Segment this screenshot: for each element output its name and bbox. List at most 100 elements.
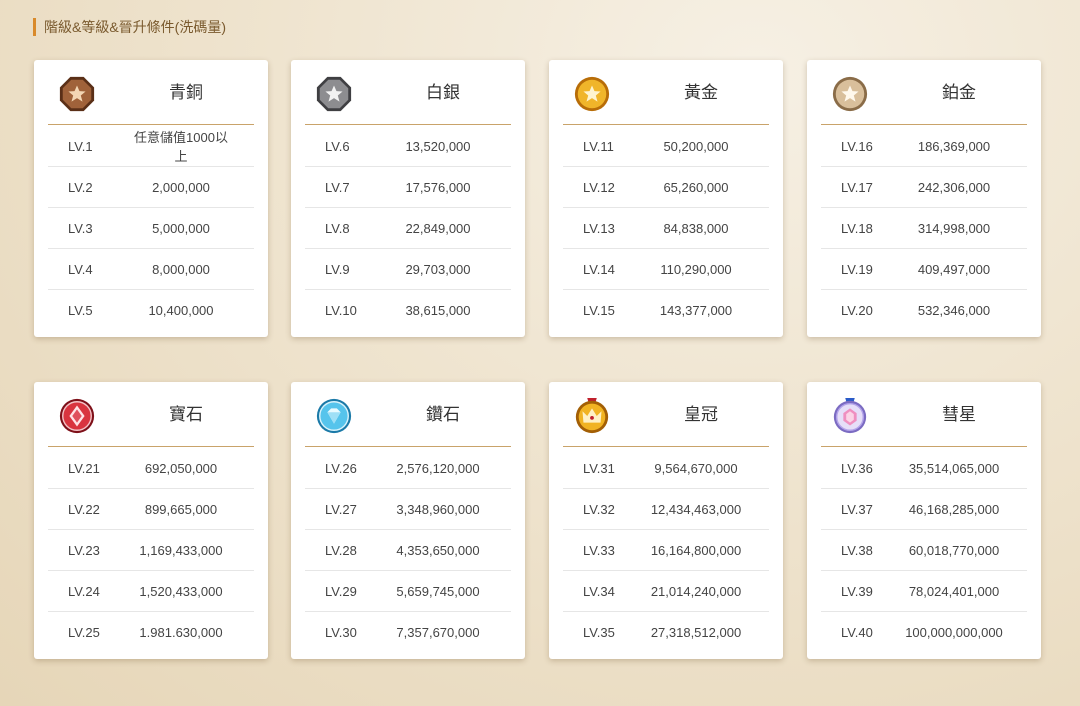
level-row: LV.36 35,514,065,000 bbox=[821, 448, 1027, 489]
requirement-value: 27,318,512,000 bbox=[650, 624, 742, 640]
level-row: LV.7 17,576,000 bbox=[305, 167, 511, 208]
requirement-value: 46,168,285,000 bbox=[908, 501, 1000, 517]
level-row: LV.3 5,000,000 bbox=[48, 208, 254, 249]
level-label: LV.32 bbox=[583, 501, 615, 517]
level-row: LV.21 692,050,000 bbox=[48, 448, 254, 489]
requirement-value: 9,564,670,000 bbox=[654, 460, 738, 476]
requirement-value: 78,024,401,000 bbox=[908, 583, 1000, 599]
tier-name: 寶石 bbox=[169, 405, 203, 424]
requirement-value: 12,434,463,000 bbox=[650, 501, 742, 517]
level-row: LV.12 65,260,000 bbox=[563, 167, 769, 208]
level-label: LV.28 bbox=[325, 542, 357, 558]
requirement-value: 1,169,433,000 bbox=[139, 542, 223, 558]
level-row: LV.38 60,018,770,000 bbox=[821, 530, 1027, 571]
requirement-value: 2,576,120,000 bbox=[396, 460, 480, 476]
level-label: LV.21 bbox=[68, 460, 100, 476]
tier-header: 皇冠 bbox=[563, 382, 769, 447]
level-row: LV.23 1,169,433,000 bbox=[48, 530, 254, 571]
level-label: LV.30 bbox=[325, 624, 357, 640]
level-row: LV.5 10,400,000 bbox=[48, 290, 254, 330]
level-label: LV.38 bbox=[841, 542, 873, 558]
level-row: LV.27 3,348,960,000 bbox=[305, 489, 511, 530]
level-label: LV.27 bbox=[325, 501, 357, 517]
bronze-medal-icon bbox=[59, 76, 95, 112]
tier-header: 鑽石 bbox=[305, 382, 511, 447]
level-label: LV.37 bbox=[841, 501, 873, 517]
level-row: LV.31 9,564,670,000 bbox=[563, 448, 769, 489]
requirement-value: 60,018,770,000 bbox=[908, 542, 1000, 558]
level-label: LV.31 bbox=[583, 460, 615, 476]
gem-medal-icon bbox=[59, 398, 95, 434]
requirement-value: 35,514,065,000 bbox=[908, 460, 1000, 476]
level-row: LV.32 12,434,463,000 bbox=[563, 489, 769, 530]
level-label: LV.5 bbox=[68, 302, 93, 318]
requirement-value: 899,665,000 bbox=[144, 501, 218, 517]
level-label: LV.1 bbox=[68, 138, 93, 154]
level-label: LV.25 bbox=[68, 624, 100, 640]
level-row: LV.4 8,000,000 bbox=[48, 249, 254, 290]
tier-card-diamond: 鑽石 LV.26 2,576,120,000 LV.27 3,348,960,000… bbox=[291, 382, 525, 659]
requirement-value: 692,050,000 bbox=[144, 460, 218, 476]
requirement-value: 65,260,000 bbox=[663, 179, 729, 195]
level-label: LV.34 bbox=[583, 583, 615, 599]
requirement-value: 22,849,000 bbox=[405, 220, 471, 236]
requirement-value: 5,659,745,000 bbox=[396, 583, 480, 599]
silver-medal-icon bbox=[316, 76, 352, 112]
tier-header: 黃金 bbox=[563, 60, 769, 125]
tier-card-silver: 白銀 LV.6 13,520,000 LV.7 17,576,000 LV.8 22,… bbox=[291, 60, 525, 337]
level-label: LV.3 bbox=[68, 220, 93, 236]
tier-header: 白銀 bbox=[305, 60, 511, 125]
level-row: LV.37 46,168,285,000 bbox=[821, 489, 1027, 530]
requirement-value: 10,400,000 bbox=[148, 302, 214, 318]
requirement-value: 29,703,000 bbox=[405, 261, 471, 277]
tier-name: 皇冠 bbox=[684, 405, 718, 424]
requirement-value: 任意儲值1000以上 bbox=[134, 130, 228, 164]
level-list: LV.1 任意儲值1000以上 LV.2 2,000,000 LV.3 5,000,0… bbox=[48, 126, 254, 330]
requirement-value: 16,164,800,000 bbox=[650, 542, 742, 558]
requirement-value: 4,353,650,000 bbox=[396, 542, 480, 558]
requirement-value: 186,369,000 bbox=[917, 138, 991, 154]
tier-name: 白銀 bbox=[426, 83, 460, 102]
crown-medal-icon bbox=[575, 397, 609, 434]
level-label: LV.16 bbox=[841, 138, 873, 154]
level-label: LV.7 bbox=[325, 179, 350, 195]
tier-card-comet: 彗星 LV.36 35,514,065,000 LV.37 46,168,285,0… bbox=[807, 382, 1041, 659]
requirement-value: 242,306,000 bbox=[917, 179, 991, 195]
page-title: 階級&等級&晉升條件(洗碼量) bbox=[33, 18, 226, 36]
level-list: LV.11 50,200,000 LV.12 65,260,000 LV.13 84,… bbox=[563, 126, 769, 330]
level-row: LV.10 38,615,000 bbox=[305, 290, 511, 330]
tier-name: 彗星 bbox=[942, 405, 976, 424]
level-row: LV.39 78,024,401,000 bbox=[821, 571, 1027, 612]
level-row: LV.30 7,357,670,000 bbox=[305, 612, 511, 652]
level-label: LV.19 bbox=[841, 261, 873, 277]
level-list: LV.21 692,050,000 LV.22 899,665,000 LV.23 1… bbox=[48, 448, 254, 652]
level-row: LV.17 242,306,000 bbox=[821, 167, 1027, 208]
level-row: LV.29 5,659,745,000 bbox=[305, 571, 511, 612]
level-label: LV.14 bbox=[583, 261, 615, 277]
level-row: LV.22 899,665,000 bbox=[48, 489, 254, 530]
level-label: LV.18 bbox=[841, 220, 873, 236]
level-row: LV.40 100,000,000,000 bbox=[821, 612, 1027, 652]
diamond-medal-icon bbox=[316, 398, 352, 434]
requirement-value: 409,497,000 bbox=[917, 261, 991, 277]
level-label: LV.6 bbox=[325, 138, 350, 154]
requirement-value: 50,200,000 bbox=[663, 138, 729, 154]
level-row: LV.20 532,346,000 bbox=[821, 290, 1027, 330]
level-row: LV.15 143,377,000 bbox=[563, 290, 769, 330]
tier-card-platinum: 鉑金 LV.16 186,369,000 LV.17 242,306,000 LV.… bbox=[807, 60, 1041, 337]
tier-header: 鉑金 bbox=[821, 60, 1027, 125]
level-list: LV.31 9,564,670,000 LV.32 12,434,463,000 L… bbox=[563, 448, 769, 652]
requirement-value: 1.981.630,000 bbox=[139, 624, 223, 640]
requirement-value: 21,014,240,000 bbox=[650, 583, 742, 599]
level-label: LV.13 bbox=[583, 220, 615, 236]
requirement-value: 314,998,000 bbox=[917, 220, 991, 236]
platinum-medal-icon bbox=[832, 76, 868, 112]
level-row: LV.9 29,703,000 bbox=[305, 249, 511, 290]
level-row: LV.1 任意儲值1000以上 bbox=[48, 126, 254, 167]
requirement-value: 110,290,000 bbox=[660, 261, 732, 277]
tier-card-bronze: 青銅 LV.1 任意儲值1000以上 LV.2 2,000,000 LV.3 5,00… bbox=[34, 60, 268, 337]
tier-name: 青銅 bbox=[169, 83, 203, 102]
level-label: LV.22 bbox=[68, 501, 100, 517]
level-label: LV.8 bbox=[325, 220, 350, 236]
level-row: LV.28 4,353,650,000 bbox=[305, 530, 511, 571]
